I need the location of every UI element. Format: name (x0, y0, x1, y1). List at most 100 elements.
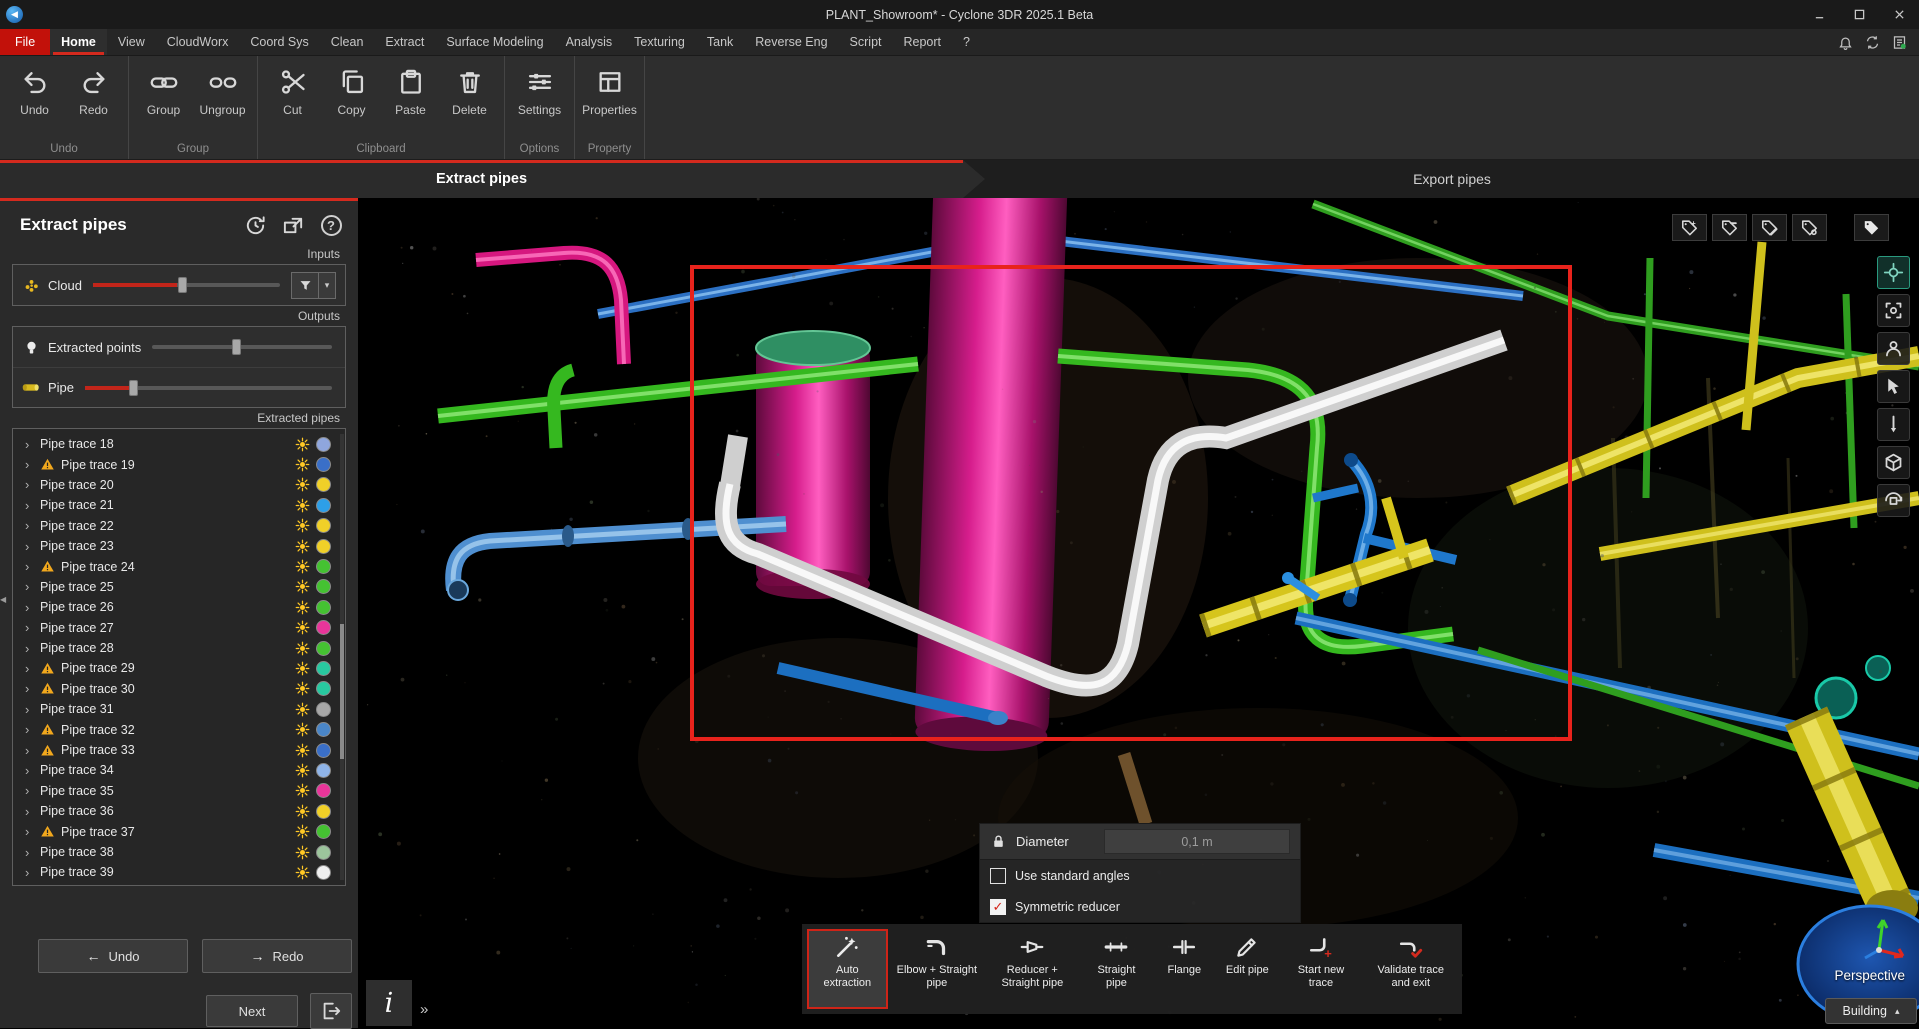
standard-angles-checkbox[interactable] (990, 868, 1006, 884)
expand-chevron-icon[interactable]: › (25, 723, 34, 736)
visibility-sun-icon[interactable] (295, 579, 310, 594)
cloud-opacity-slider[interactable] (93, 283, 280, 287)
pipe-row[interactable]: ›Pipe trace 32 (13, 719, 345, 739)
expand-chevron-icon[interactable]: › (25, 662, 34, 675)
expand-chevron-icon[interactable]: › (25, 682, 34, 695)
pipe-color-swatch[interactable] (316, 743, 331, 758)
pipe-row[interactable]: ›Pipe trace 37 (13, 821, 345, 841)
symmetric-reducer-checkbox[interactable]: ✓ (990, 899, 1006, 915)
visibility-sun-icon[interactable] (295, 661, 310, 676)
sync-icon[interactable] (1865, 35, 1880, 50)
visibility-sun-icon[interactable] (295, 641, 310, 656)
pipe-color-swatch[interactable] (316, 620, 331, 635)
expand-chevron-icon[interactable]: › (25, 784, 34, 797)
apply-and-exit-button[interactable] (310, 993, 352, 1029)
pipe-row[interactable]: ›Pipe trace 31 (13, 699, 345, 719)
visibility-sun-icon[interactable] (295, 437, 310, 452)
cut-button[interactable]: Cut (264, 59, 321, 140)
pipe-row[interactable]: ›Pipe trace 35 (13, 781, 345, 801)
pipe-row[interactable]: ›Pipe trace 21 (13, 495, 345, 515)
pipe-color-swatch[interactable] (316, 804, 331, 819)
pipe-color-swatch[interactable] (316, 600, 331, 615)
lock-icon[interactable] (990, 833, 1007, 850)
view-selector[interactable]: Building ▴ (1825, 998, 1917, 1024)
tags-button[interactable] (1854, 214, 1889, 241)
pipe-row[interactable]: ›Pipe trace 38 (13, 842, 345, 862)
straight-pipe-button[interactable]: Straight pipe (1082, 929, 1152, 1009)
menu-item-script[interactable]: Script (839, 29, 893, 55)
cube-view-button[interactable] (1877, 446, 1910, 479)
pipe-row[interactable]: ›Pipe trace 24 (13, 556, 345, 576)
symmetric-reducer-row[interactable]: ✓ Symmetric reducer (980, 891, 1300, 922)
expand-chevron-icon[interactable]: › (25, 438, 34, 451)
menu-item-help[interactable]: ? (952, 29, 981, 55)
menu-item-reverse-eng[interactable]: Reverse Eng (744, 29, 838, 55)
visibility-sun-icon[interactable] (295, 743, 310, 758)
pipe-row[interactable]: ›Pipe trace 18 (13, 434, 345, 454)
delete-button[interactable]: Delete (441, 59, 498, 140)
validate-trace-and-exit-button[interactable]: Validate trace and exit (1365, 929, 1457, 1009)
remove-tag-button[interactable] (1712, 214, 1747, 241)
select-tool-button[interactable] (1877, 370, 1910, 403)
pipe-color-swatch[interactable] (316, 722, 331, 737)
pipe-row[interactable]: ›Pipe trace 19 (13, 454, 345, 474)
orbit-view-button[interactable] (1877, 484, 1910, 517)
bell-icon[interactable] (1838, 35, 1853, 50)
menu-item-coord-sys[interactable]: Coord Sys (239, 29, 319, 55)
expand-chevron-icon[interactable]: › (25, 560, 34, 573)
visibility-sun-icon[interactable] (295, 457, 310, 472)
visibility-sun-icon[interactable] (295, 681, 310, 696)
edit-pipe-button[interactable]: Edit pipe (1217, 929, 1277, 1009)
menu-item-texturing[interactable]: Texturing (623, 29, 696, 55)
extracted-points-slider[interactable] (152, 345, 332, 349)
pipe-color-swatch[interactable] (316, 437, 331, 452)
redo-button[interactable]: Redo (65, 59, 122, 140)
visibility-sun-icon[interactable] (295, 539, 310, 554)
pipe-color-swatch[interactable] (316, 498, 331, 513)
expand-chevron-icon[interactable]: › (25, 540, 34, 553)
3d-viewport[interactable]: + i » Diameter 0,1 m Use standard angles… (358, 198, 1919, 1028)
menu-item-home[interactable]: Home (50, 29, 107, 55)
pipe-row[interactable]: ›Pipe trace 34 (13, 760, 345, 780)
cloud-filter-control[interactable]: ▾ (291, 272, 336, 299)
filter-icon[interactable] (292, 273, 318, 298)
pipe-output-row[interactable]: Pipe (13, 367, 345, 407)
pipe-color-swatch[interactable] (316, 702, 331, 717)
minimize-button[interactable] (1799, 0, 1839, 29)
reducer-straight-pipe-button[interactable]: Reducer + Straight pipe (986, 929, 1078, 1009)
visibility-sun-icon[interactable] (295, 783, 310, 798)
pipe-color-swatch[interactable] (316, 457, 331, 472)
app-icon[interactable]: ◀ (6, 6, 23, 23)
menu-item-report[interactable]: Report (893, 29, 953, 55)
pipe-row[interactable]: ›Pipe trace 25 (13, 577, 345, 597)
menu-item-analysis[interactable]: Analysis (555, 29, 624, 55)
expand-chevron-icon[interactable]: › (25, 764, 34, 777)
fit-view-button[interactable] (1877, 294, 1910, 327)
filter-dropdown-arrow[interactable]: ▾ (318, 273, 335, 298)
expand-chevron-icon[interactable]: › (25, 642, 34, 655)
expand-chevron-icon[interactable]: › (25, 519, 34, 532)
pipe-row[interactable]: ›Pipe trace 22 (13, 516, 345, 536)
pipe-row[interactable]: ›Pipe trace 36 (13, 801, 345, 821)
close-button[interactable] (1879, 0, 1919, 29)
expand-chevron-icon[interactable]: › (25, 703, 34, 716)
pipe-row[interactable]: ›Pipe trace 29 (13, 658, 345, 678)
pipe-color-swatch[interactable] (316, 681, 331, 696)
settings-button[interactable]: Settings (511, 59, 568, 140)
menu-item-tank[interactable]: Tank (696, 29, 744, 55)
cloud-input-row[interactable]: Cloud ▾ (13, 265, 345, 305)
info-button[interactable]: i (366, 980, 412, 1026)
info-expand-chevron[interactable]: » (420, 1001, 428, 1018)
maximize-button[interactable] (1839, 0, 1879, 29)
panel-collapse-handle[interactable]: ◀ (0, 588, 10, 610)
tab-extract-pipes-label[interactable]: Extract pipes (0, 160, 963, 198)
start-new-trace-button[interactable]: +Start new trace (1280, 929, 1361, 1009)
front-view-button[interactable] (1877, 332, 1910, 365)
add-tag-button[interactable]: + (1672, 214, 1707, 241)
expand-chevron-icon[interactable]: › (25, 499, 34, 512)
pipe-row[interactable]: ›Pipe trace 26 (13, 597, 345, 617)
pipe-opacity-slider[interactable] (85, 386, 332, 390)
pan-tool-button[interactable] (1877, 256, 1910, 289)
flange-button[interactable]: Flange (1154, 929, 1214, 1009)
diameter-input[interactable]: 0,1 m (1104, 829, 1290, 854)
